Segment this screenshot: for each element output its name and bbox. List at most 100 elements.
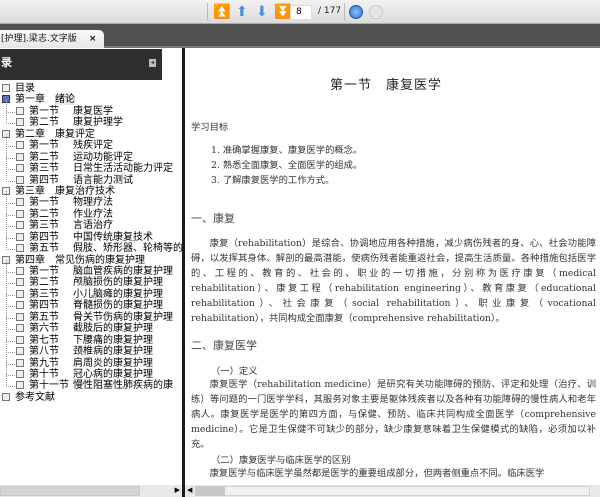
tree-item-label: 康复医学 <box>73 105 113 117</box>
arrow-up-icon[interactable]: ⬆ <box>236 4 248 20</box>
tree-item[interactable]: 第一节 物理疗法 <box>0 191 182 209</box>
bookmark-icon <box>16 267 24 275</box>
tree-item[interactable]: 第二节 康复护理学 <box>0 111 182 129</box>
scrollbar-thumb[interactable] <box>0 486 140 496</box>
tree-item[interactable]: 第五节 骨关节伤病的康复护理 <box>0 305 182 323</box>
tree-item-label: 言语治疗 <box>73 220 113 232</box>
page-number-input[interactable]: 8 <box>290 5 312 20</box>
bookmark-icon <box>16 244 24 253</box>
tree-item-number: 第四节 <box>29 231 59 243</box>
tree-item[interactable]: 第六节 截肢后的康复护理 <box>0 316 182 334</box>
tree-item-number: 目录 <box>15 83 35 94</box>
tree-item[interactable]: 第十节 冠心病的康复护理 <box>0 362 182 380</box>
tree-item[interactable]: 第二章 康复评定 <box>0 129 182 140</box>
tree-item-label: 物理疗法 <box>73 197 113 209</box>
tree-item-number: 第五节 <box>29 243 59 255</box>
bookmark-icon <box>16 118 24 127</box>
first-page-icon[interactable]: ⏫ <box>213 4 230 20</box>
bookmark-icon <box>16 324 24 333</box>
tree-item[interactable]: 第八节 颈椎病的康复护理 <box>0 339 182 358</box>
scrollbar-thumb[interactable] <box>195 486 590 496</box>
bookmark-icon <box>16 381 24 390</box>
tree-item-number: 第一节 <box>29 266 59 277</box>
sidebar-scrollbar[interactable]: ▶ <box>0 485 182 497</box>
tab-bar: [护理].梁志.文字版 × <box>0 24 600 48</box>
toolbar-separator <box>344 3 345 21</box>
tree-item-label: 绪论 <box>55 94 75 106</box>
tree-item[interactable]: 第一节 康复医学 <box>0 99 182 117</box>
tree-item[interactable]: 第七节 下腰痛的康复护理 <box>0 328 182 346</box>
zoom-out-icon[interactable] <box>369 5 383 19</box>
bookmark-icon <box>2 392 10 401</box>
tree-item[interactable]: 第五节 假肢、矫形器、轮椅等的 <box>0 236 182 255</box>
tree-item-number: 第四节 <box>29 300 59 312</box>
tree-item-number: 第一节 <box>29 105 59 117</box>
tree-item-number: 第三节 <box>29 163 59 175</box>
tree-item[interactable]: 参考文献 <box>0 392 182 403</box>
tree-item[interactable]: 第一节 脑血管疾病的康复护理 <box>0 259 182 277</box>
tree-item[interactable]: 第二节 运动功能评定 <box>0 145 182 163</box>
bookmark-icon <box>16 335 24 344</box>
tree-item-number: 第四节 <box>29 174 59 186</box>
tree-item-number: 第八节 <box>29 346 59 358</box>
bookmark-icon <box>16 152 24 161</box>
toolbar: ⏫ ⬆ ⬇ ⏬ 8 / 177 <box>0 0 600 24</box>
tree-item[interactable]: 第三节 日常生活活动能力评定 <box>0 156 182 175</box>
tree-item-label: 作业疗法 <box>73 208 113 220</box>
tree-item-label: 骨关节伤病的康复护理 <box>73 311 173 323</box>
tab-document[interactable]: [护理].梁志.文字版 × <box>0 30 104 48</box>
bookmark-icon <box>16 358 24 367</box>
tree-item[interactable]: 第二节 颅脑损伤的康复护理 <box>0 271 182 289</box>
close-icon[interactable]: × <box>89 30 97 48</box>
bookmark-tree: 目录 第一章 绪论 第一节 康复医学 第二节 康复护理学 第二章 康复评定 第一节 残疾评定 第二节运… <box>0 80 182 485</box>
arrow-down-icon[interactable]: ⬇ <box>256 4 268 20</box>
bookmark-icon <box>16 106 24 115</box>
tree-item[interactable]: 第三节 言语治疗 <box>0 214 182 232</box>
scroll-right-icon[interactable]: ▶ <box>175 486 180 494</box>
tree-item[interactable]: 第二节 作业疗法 <box>0 202 182 220</box>
tree-item-number: 第十节 <box>29 368 59 380</box>
tree-item[interactable]: 第九节 肩周炎的康复护理 <box>0 351 182 369</box>
tree-item[interactable]: 第十一节 慢性阻塞性肺疾病的康 <box>0 374 182 392</box>
bookmark-icon <box>16 289 24 298</box>
page-title: 第一节 康复医学 <box>330 78 443 93</box>
tree-item-number: 第二节 <box>29 277 59 289</box>
tree-item-number: 第九节 <box>29 357 59 369</box>
tree-item[interactable]: 第三节 小儿脑瘫的康复护理 <box>0 282 182 300</box>
tree-item[interactable]: 第一节 残疾评定 <box>0 133 182 152</box>
collapse-sidebar-icon[interactable]: ◂ <box>149 59 156 67</box>
tree-item[interactable]: 第三章 康复治疗技术 <box>0 186 182 197</box>
tree-item[interactable]: 第四节 语言能力测试 <box>0 168 182 186</box>
bookmark-icon <box>16 221 24 230</box>
tree-item-label: 慢性阻塞性肺疾病的康 <box>73 380 173 392</box>
tree-item[interactable]: 目录 <box>0 83 182 94</box>
tree-item-number: 第二节 <box>29 208 59 220</box>
tree-item-label: 康复评定 <box>55 128 95 140</box>
scroll-left-icon[interactable]: ◀ <box>187 486 192 494</box>
tree-item[interactable]: 第一章 绪论 <box>0 94 182 106</box>
bookmark-icon <box>16 312 24 321</box>
tree-item-label: 颅脑损伤的康复护理 <box>73 277 163 289</box>
bookmark-icon <box>2 84 10 92</box>
subsection-heading: （一）定义 <box>211 366 258 377</box>
zoom-in-icon[interactable] <box>349 5 363 19</box>
objectives-heading: 学习目标 <box>191 122 229 133</box>
tree-item-label: 康复护理学 <box>73 117 123 129</box>
last-page-icon[interactable]: ⏬ <box>274 4 291 20</box>
tree-item[interactable]: 第四章 常见伤病的康复护理 <box>0 255 182 266</box>
objective-item: 1. 准确掌握康复、康复医学的概念。 <box>211 145 363 156</box>
tree-item[interactable]: 第四节 中国传统康复技术 <box>0 225 182 243</box>
document-scrollbar[interactable]: ◀ <box>185 485 600 497</box>
tree-item-label: 小儿脑瘫的康复护理 <box>73 288 163 300</box>
paragraph: 康复医学（rehabilitation medicine）是研究有关功能障碍的预… <box>191 379 596 450</box>
tree-item[interactable]: 第四节 脊髓损伤的康复护理 <box>0 294 182 312</box>
document-page: 第一节 康复医学 学习目标 1. 准确掌握康复、康复医学的概念。 2. 熟悉全面… <box>185 48 600 485</box>
tree-item-label: 脑血管疾病的康复护理 <box>73 266 173 277</box>
section-heading: 一、康复 <box>191 212 235 225</box>
tab-title: [护理].梁志.文字版 <box>1 34 77 44</box>
tree-item-number: 第一节 <box>29 140 59 152</box>
subsection-heading: （二）康复医学与临床医学的区别 <box>211 455 351 466</box>
bookmark-icon <box>16 164 24 173</box>
tree-item-number: 第三节 <box>29 288 59 300</box>
bookmark-icon <box>16 141 24 150</box>
